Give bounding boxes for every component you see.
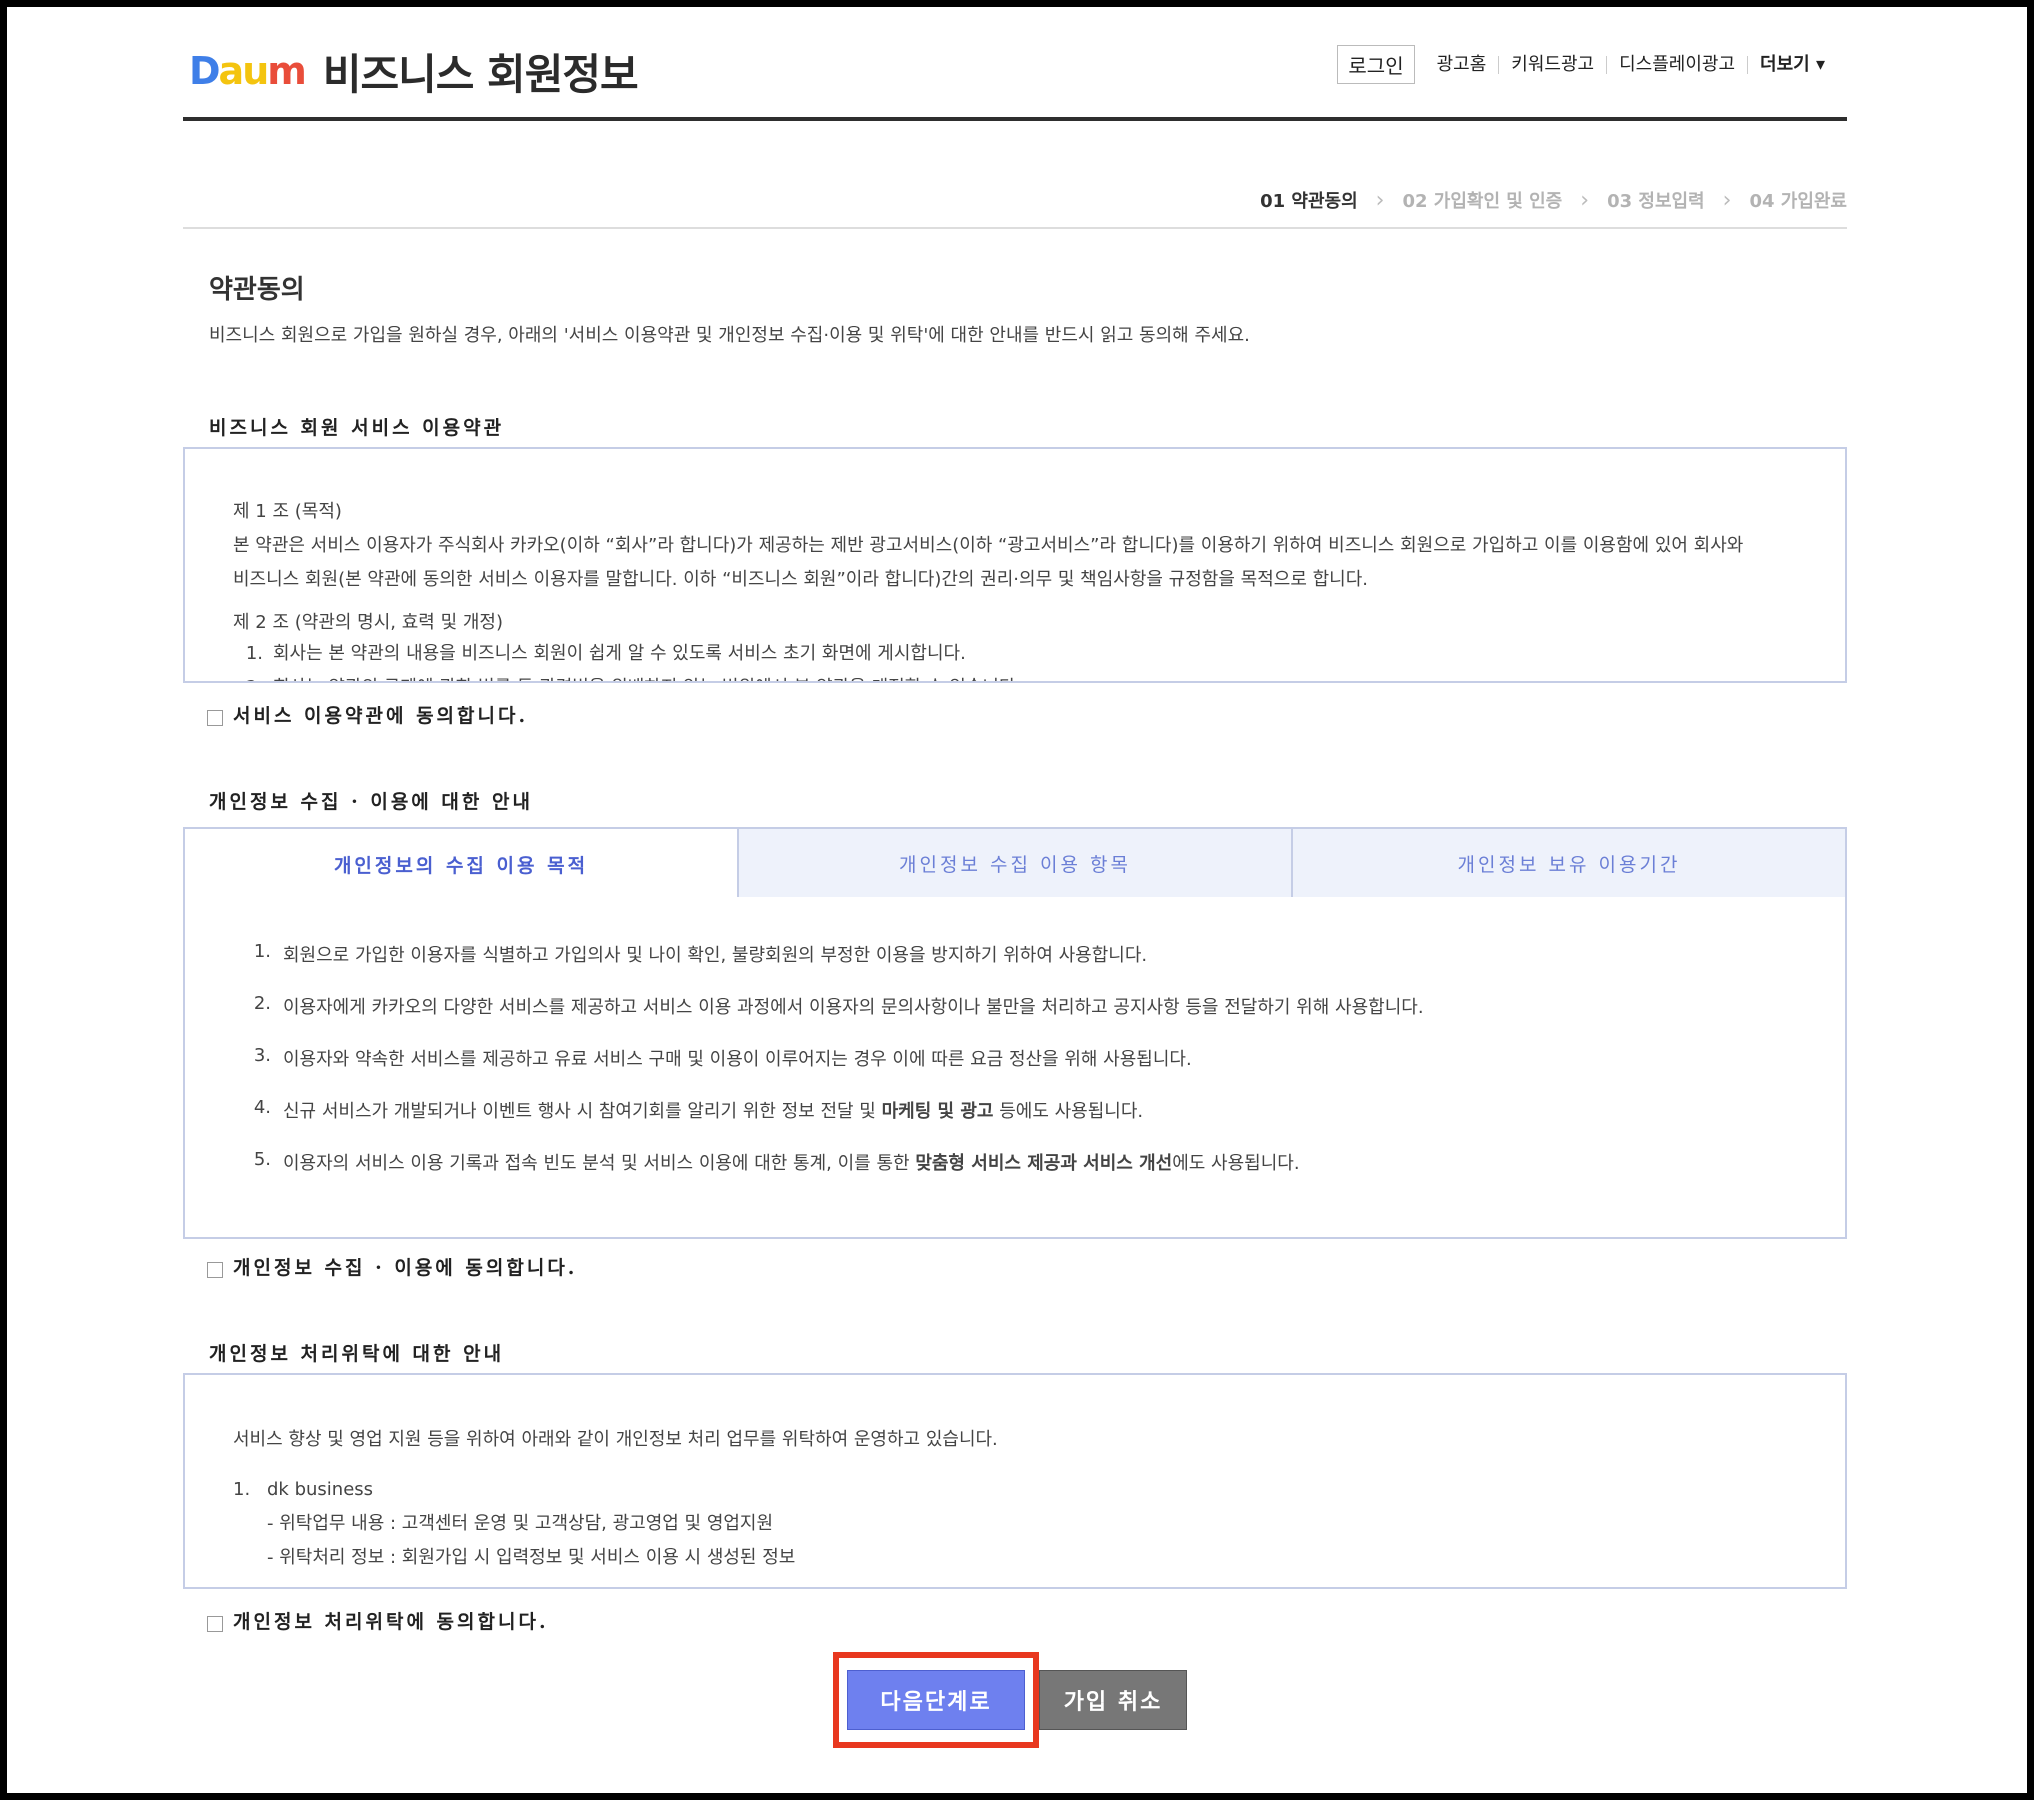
privacy-heading: 개인정보 수집 · 이용에 대한 안내 bbox=[209, 791, 533, 813]
terms-article2-item: 2. 회사는 약관의 규제에 관한 법률 등 관련법을 위배하지 않는 범위에서… bbox=[233, 671, 1793, 681]
top-nav: 로그인 광고홈 키워드광고 디스플레이광고 더보기 ▾ bbox=[1337, 45, 1837, 84]
tab-retention[interactable]: 개인정보 보유 이용기간 bbox=[1293, 827, 1847, 899]
entrust-box: 서비스 향상 및 영업 지원 등을 위하여 아래와 같이 개인정보 처리 업무를… bbox=[183, 1373, 1847, 1589]
nav-link-display-ad[interactable]: 디스플레이광고 bbox=[1606, 55, 1747, 74]
section-title: 약관동의 bbox=[209, 275, 305, 305]
cancel-signup-button[interactable]: 가입 취소 bbox=[1039, 1670, 1187, 1730]
terms-article1-line1: 본 약관은 서비스 이용자가 주식회사 카카오(이하 “회사”라 합니다)가 제… bbox=[233, 535, 1744, 556]
step-4: 04 가입완료 bbox=[1749, 191, 1847, 212]
entrust-agree-label[interactable]: 개인정보 처리위탁에 동의합니다. bbox=[233, 1607, 549, 1634]
step-3: 03 정보입력 bbox=[1607, 191, 1705, 212]
terms-agree-checkbox[interactable] bbox=[207, 709, 223, 726]
privacy-agree-label[interactable]: 개인정보 수집 · 이용에 동의합니다. bbox=[233, 1253, 577, 1280]
daum-logo-mark: Daum bbox=[189, 49, 307, 93]
nav-link-ad-home[interactable]: 광고홈 bbox=[1425, 55, 1499, 74]
nav-link-keyword-ad[interactable]: 키워드광고 bbox=[1498, 55, 1606, 74]
privacy-item: 3. 이용자와 약속한 서비스를 제공하고 유료 서비스 구매 및 이용이 이루… bbox=[253, 1045, 1192, 1070]
section-description: 비즈니스 회원으로 가입을 원하실 경우, 아래의 '서비스 이용약관 및 개인… bbox=[209, 325, 1250, 346]
tab-items[interactable]: 개인정보 수집 이용 항목 bbox=[739, 827, 1293, 899]
step-2: 02 가입확인 및 인증 bbox=[1402, 191, 1563, 212]
page: Daum 비즈니스 회원정보 로그인 광고홈 키워드광고 디스플레이광고 더보기… bbox=[7, 7, 2027, 1793]
entrust-intro: 서비스 향상 및 영업 지원 등을 위하여 아래와 같이 개인정보 처리 업무를… bbox=[233, 1429, 998, 1450]
step-1: 01 약관동의 bbox=[1260, 191, 1358, 212]
steps-divider bbox=[183, 227, 1847, 229]
next-step-button[interactable]: 다음단계로 bbox=[847, 1670, 1025, 1730]
nav-more-dropdown[interactable]: 더보기 ▾ bbox=[1747, 55, 1837, 74]
privacy-content-box: 1. 회원으로 가입한 이용자를 식별하고 가입의사 및 나이 확인, 불량회원… bbox=[183, 897, 1847, 1239]
privacy-agree-row[interactable]: 개인정보 수집 · 이용에 동의합니다. bbox=[207, 1253, 577, 1280]
entrust-detail: - 위탁업무 내용 : 고객센터 운영 및 고객상담, 광고영업 및 영업지원 bbox=[267, 1513, 774, 1534]
entrust-detail: - 위탁처리 정보 : 회원가입 시 입력정보 및 서비스 이용 시 생성된 정… bbox=[267, 1547, 796, 1568]
signup-steps: 01 약관동의 › 02 가입확인 및 인증 › 03 정보입력 › 04 가입… bbox=[1260, 187, 1847, 213]
privacy-item: 2. 이용자에게 카카오의 다양한 서비스를 제공하고 서비스 이용 과정에서 … bbox=[253, 993, 1424, 1018]
login-button[interactable]: 로그인 bbox=[1337, 45, 1415, 84]
terms-article2-item: 1. 회사는 본 약관의 내용을 비즈니스 회원이 쉽게 알 수 있도록 서비스… bbox=[245, 643, 966, 664]
entrust-heading: 개인정보 처리위탁에 대한 안내 bbox=[209, 1343, 505, 1365]
terms-article1-title: 제 1 조 (목적) bbox=[233, 501, 342, 522]
privacy-tabs: 개인정보의 수집 이용 목적 개인정보 수집 이용 항목 개인정보 보유 이용기… bbox=[183, 827, 1847, 899]
terms-scrollbox[interactable]: 제 1 조 (목적) 본 약관은 서비스 이용자가 주식회사 카카오(이하 “회… bbox=[183, 447, 1847, 683]
header-divider bbox=[183, 117, 1847, 121]
terms-article1-line2: 비즈니스 회원(본 약관에 동의한 서비스 이용자를 말합니다. 이하 “비즈니… bbox=[233, 569, 1369, 590]
terms-agree-label[interactable]: 서비스 이용약관에 동의합니다. bbox=[233, 701, 528, 728]
privacy-item: 5. 이용자의 서비스 이용 기록과 접속 빈도 분석 및 서비스 이용에 대한… bbox=[253, 1149, 1300, 1174]
privacy-agree-checkbox[interactable] bbox=[207, 1261, 223, 1278]
page-title: 비즈니스 회원정보 bbox=[322, 49, 639, 99]
privacy-item: 4. 신규 서비스가 개발되거나 이벤트 행사 시 참여기회를 알리기 위한 정… bbox=[253, 1097, 1144, 1122]
entrust-item: 1. dk business bbox=[233, 1479, 374, 1500]
terms-agree-row[interactable]: 서비스 이용약관에 동의합니다. bbox=[207, 701, 528, 728]
chevron-right-icon: › bbox=[1375, 187, 1385, 213]
terms-article2-title: 제 2 조 (약관의 명시, 효력 및 개정) bbox=[233, 612, 503, 633]
chevron-right-icon: › bbox=[1580, 187, 1590, 213]
chevron-right-icon: › bbox=[1722, 187, 1732, 213]
terms-heading: 비즈니스 회원 서비스 이용약관 bbox=[209, 417, 505, 439]
entrust-agree-row[interactable]: 개인정보 처리위탁에 동의합니다. bbox=[207, 1607, 549, 1634]
logo[interactable]: Daum 비즈니스 회원정보 bbox=[189, 47, 639, 99]
privacy-item: 1. 회원으로 가입한 이용자를 식별하고 가입의사 및 나이 확인, 불량회원… bbox=[253, 941, 1148, 966]
tab-purpose[interactable]: 개인정보의 수집 이용 목적 bbox=[183, 827, 739, 899]
entrust-agree-checkbox[interactable] bbox=[207, 1615, 223, 1632]
